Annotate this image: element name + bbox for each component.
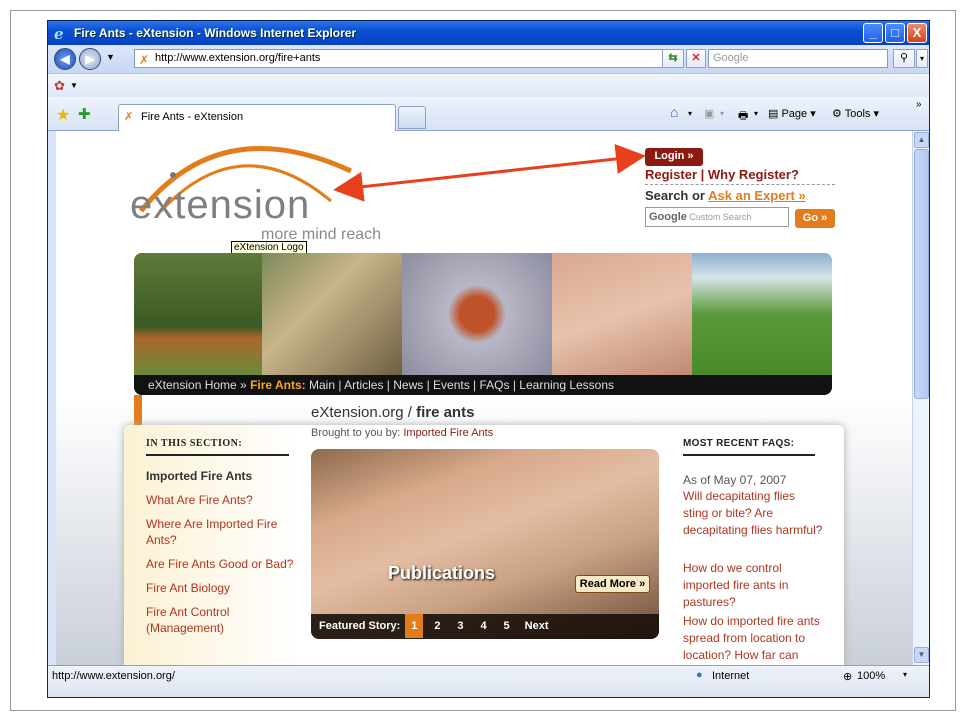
- annotation-arrow: [333, 144, 646, 202]
- tab-fire-ants[interactable]: ✗ Fire Ants - eXtension: [118, 104, 396, 131]
- tab-favicon-icon: ✗: [124, 111, 134, 123]
- zoom-icon: ⊕: [843, 671, 853, 683]
- featured-caption: Publications: [388, 563, 496, 583]
- stop-button[interactable]: ✕: [686, 49, 706, 68]
- toolbar-icon[interactable]: ✿: [54, 78, 65, 94]
- search-options-icon[interactable]: ▾: [916, 49, 928, 68]
- scroll-down-icon[interactable]: ▼: [914, 647, 929, 663]
- section-link-control[interactable]: Fire Ant Control (Management): [146, 604, 296, 636]
- status-bar: http://www.extension.org/ ● Internet ⊕ 1…: [48, 665, 929, 697]
- pager-page[interactable]: 4: [475, 614, 493, 638]
- brought-by-link[interactable]: Imported Fire Ants: [403, 427, 493, 439]
- pager-page[interactable]: 5: [498, 614, 516, 638]
- nav-section-label: Fire Ants:: [250, 378, 306, 392]
- tools-menu-label: Tools: [844, 108, 871, 120]
- pager-page[interactable]: 3: [451, 614, 469, 638]
- section-link-good-or-bad[interactable]: Are Fire Ants Good or Bad?: [146, 556, 296, 572]
- print-icon[interactable]: 🖶: [738, 107, 748, 126]
- chevron-more-icon[interactable]: »: [916, 99, 922, 110]
- gear-icon: ⚙: [832, 108, 842, 120]
- toolbar-dropdown-icon[interactable]: ▼: [70, 81, 78, 90]
- home-icon[interactable]: ⌂: [670, 104, 678, 120]
- banner-photo-ant: [402, 253, 552, 375]
- section-link-imported-fire-ants[interactable]: Imported Fire Ants: [146, 468, 296, 484]
- close-button[interactable]: X: [907, 23, 927, 43]
- home-dropdown-icon[interactable]: ▾: [688, 109, 692, 118]
- add-favorite-icon[interactable]: ✚: [78, 105, 91, 123]
- accent-block: [134, 395, 142, 425]
- brought-by: Brought to you by: Imported Fire Ants: [311, 427, 493, 439]
- search-input[interactable]: Google: [708, 49, 888, 68]
- pager-page[interactable]: 1: [405, 614, 424, 638]
- address-input[interactable]: ✗ http://www.extension.org/fire+ants: [134, 49, 682, 68]
- nav-links[interactable]: Main | Articles | News | Events | FAQs |…: [309, 378, 614, 392]
- scroll-thumb[interactable]: [914, 149, 929, 399]
- page-menu-label: Page: [781, 108, 808, 120]
- globe-icon: ●: [696, 669, 703, 681]
- browser-window: e Fire Ants - eXtension - Windows Intern…: [47, 20, 930, 698]
- banner-photo-hand: [552, 253, 692, 375]
- toolbar-row: ✿ ▼: [48, 73, 929, 97]
- page-menu[interactable]: ▤ Page ▾: [768, 107, 816, 120]
- pager-next[interactable]: Next: [525, 620, 549, 632]
- banner-photo-tractor: [692, 253, 832, 375]
- nav-home-link[interactable]: eXtension Home »: [148, 378, 247, 392]
- banner-photo-larva: [262, 253, 402, 375]
- maximize-button[interactable]: □: [885, 23, 905, 43]
- vertical-scrollbar[interactable]: ▲ ▼: [912, 131, 929, 665]
- page-title: eXtension.org / fire ants: [311, 404, 474, 421]
- section-nav: Imported Fire Ants What Are Fire Ants? W…: [146, 468, 296, 644]
- page-viewport: extension more mind reach eXtension Logo…: [56, 131, 912, 665]
- read-more-button[interactable]: Read More »: [575, 575, 650, 593]
- new-tab-button[interactable]: [398, 106, 426, 129]
- feeds-icon[interactable]: ▣: [704, 107, 714, 120]
- page-title-topic: fire ants: [416, 404, 475, 421]
- faq-header: MOST RECENT FAQS:: [683, 438, 795, 449]
- page-title-site: eXtension.org /: [311, 404, 412, 421]
- status-zone: Internet: [712, 670, 750, 682]
- search-icon[interactable]: ⚲: [893, 49, 915, 68]
- faq-rule: [683, 454, 815, 456]
- status-zoom[interactable]: 100%: [857, 670, 885, 682]
- faq-item[interactable]: How do imported fire ants spread from lo…: [683, 613, 823, 665]
- back-button[interactable]: ◀: [54, 48, 76, 70]
- ie-logo-icon: e: [54, 25, 64, 43]
- faq-item[interactable]: Will decapitating flies sting or bite? A…: [683, 488, 823, 539]
- pager-page[interactable]: 2: [428, 614, 446, 638]
- print-dropdown-icon[interactable]: ▾: [754, 109, 758, 118]
- banner: eXtension Home » Fire Ants: Main | Artic…: [134, 253, 832, 395]
- zoom-dropdown-icon[interactable]: ▾: [903, 670, 907, 679]
- favorites-star-icon[interactable]: ★: [56, 105, 70, 125]
- tab-label: Fire Ants - eXtension: [141, 111, 244, 123]
- address-url: http://www.extension.org/fire+ants: [155, 52, 321, 64]
- tools-menu[interactable]: ⚙ Tools ▾: [832, 107, 879, 120]
- feeds-dropdown-icon[interactable]: ▾: [720, 109, 724, 118]
- refresh-button[interactable]: ⇆: [662, 49, 684, 68]
- section-link-biology[interactable]: Fire Ant Biology: [146, 580, 296, 596]
- tab-row: ★ ✚ ✗ Fire Ants - eXtension ⌂ ▾ ▣ ▾ 🖶 ▾ …: [48, 97, 929, 131]
- status-url: http://www.extension.org/: [52, 670, 175, 682]
- scroll-up-icon[interactable]: ▲: [914, 132, 929, 148]
- brought-by-label: Brought to you by:: [311, 427, 401, 439]
- featured-pager: Featured Story: 1 2 3 4 5 Next: [311, 614, 659, 639]
- forward-button[interactable]: ▶: [79, 48, 101, 70]
- section-header: IN THIS SECTION:: [146, 438, 243, 449]
- address-bar-row: ◀ ▶ ▼ ✗ http://www.extension.org/fire+an…: [48, 45, 929, 73]
- title-bar: e Fire Ants - eXtension - Windows Intern…: [48, 21, 929, 45]
- section-rule: [146, 454, 289, 456]
- minimize-button[interactable]: _: [863, 23, 883, 43]
- section-navbar: eXtension Home » Fire Ants: Main | Artic…: [134, 375, 832, 395]
- featured-story[interactable]: Publications Read More » Featured Story:…: [311, 449, 659, 639]
- faq-item[interactable]: How do we control imported fire ants in …: [683, 560, 823, 611]
- section-link-what-are[interactable]: What Are Fire Ants?: [146, 492, 296, 508]
- faq-date: As of May 07, 2007: [683, 473, 787, 487]
- history-dropdown-icon[interactable]: ▼: [106, 52, 115, 62]
- featured-label: Featured Story:: [319, 620, 401, 632]
- section-link-where-are[interactable]: Where Are Imported Fire Ants?: [146, 516, 296, 548]
- window-title: Fire Ants - eXtension - Windows Internet…: [74, 26, 357, 40]
- page-icon: ▤: [768, 108, 779, 120]
- banner-photo-mound: [134, 253, 262, 375]
- favicon-icon: ✗: [139, 53, 150, 67]
